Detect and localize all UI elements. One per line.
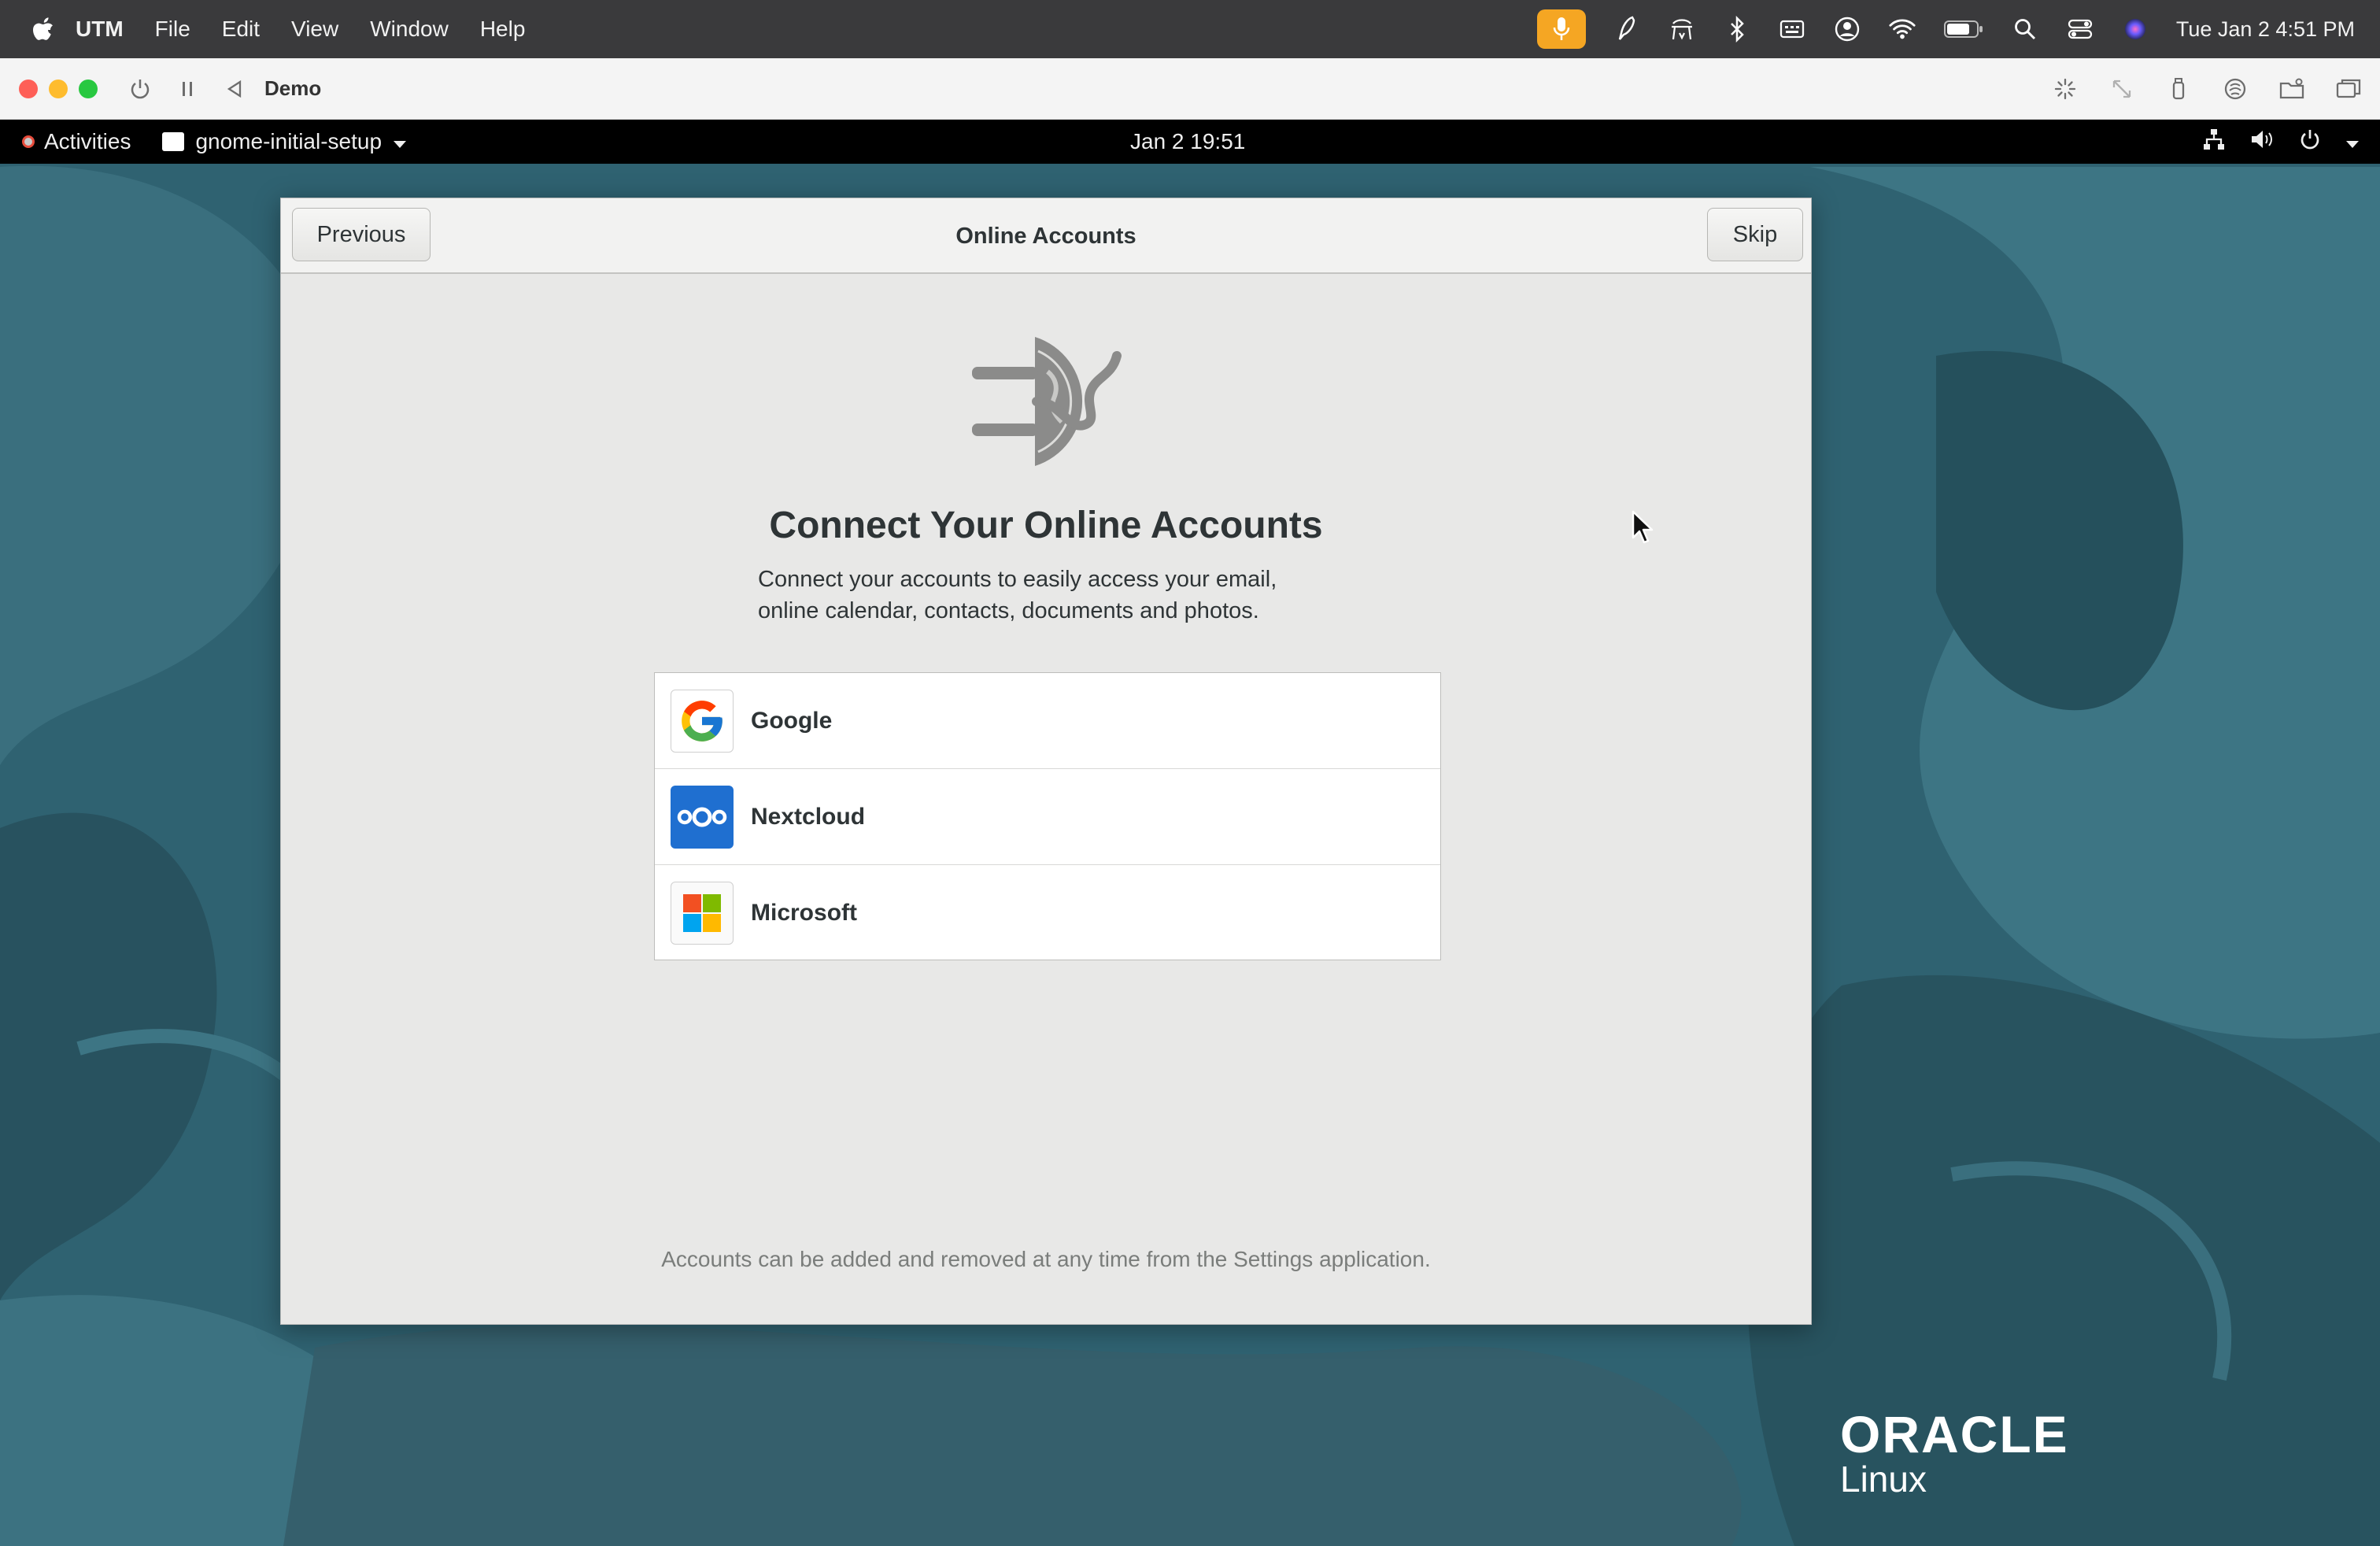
vm-name-label: Demo — [264, 76, 322, 100]
power-menu-icon — [2298, 128, 2322, 157]
system-menu[interactable] — [2202, 120, 2360, 164]
linux-logo-text: Linux — [1840, 1459, 1927, 1500]
setup-description: Connect your accounts to easily access y… — [758, 564, 1340, 627]
gnome-top-bar: Activities gnome-initial-setup Jan 2 19:… — [0, 120, 2380, 164]
activities-label: Activities — [44, 129, 131, 153]
drive-image-icon[interactable] — [2219, 73, 2251, 105]
pause-icon[interactable] — [172, 73, 203, 105]
provider-label-microsoft: Microsoft — [751, 900, 857, 926]
user-account-icon[interactable] — [1833, 15, 1861, 43]
usb-device-icon[interactable] — [2163, 73, 2194, 105]
spotlight-search-icon[interactable] — [2011, 15, 2039, 43]
close-window-button[interactable] — [19, 79, 38, 98]
microsoft-icon — [671, 882, 734, 945]
zoom-window-button[interactable] — [79, 79, 98, 98]
utm-window-toolbar: Demo — [0, 58, 2380, 120]
provider-row-microsoft[interactable]: Microsoft — [655, 865, 1440, 961]
menu-file[interactable]: File — [155, 17, 190, 42]
app-menu-label: gnome-initial-setup — [195, 129, 382, 153]
display-settings-icon[interactable] — [2049, 73, 2081, 105]
online-accounts-icon — [972, 337, 1122, 466]
menu-window[interactable]: Window — [370, 17, 449, 42]
mouse-pointer-icon — [1632, 510, 1654, 544]
setup-description-line-2: online calendar, contacts, documents and… — [758, 598, 1259, 623]
menu-utm[interactable]: UTM — [76, 17, 124, 42]
pen-icon[interactable] — [1613, 15, 1641, 43]
activities-button[interactable]: Activities — [22, 129, 131, 154]
app-window-icon — [162, 132, 185, 151]
minimize-window-button[interactable] — [49, 79, 68, 98]
bluetooth-icon[interactable] — [1723, 15, 1751, 43]
screen-sharing-icon[interactable] — [1668, 15, 1696, 43]
provider-list: Google Nextcloud Microsoft — [654, 672, 1441, 960]
volume-icon — [2249, 128, 2275, 157]
recording-indicator-icon — [22, 135, 35, 148]
apple-menu-icon[interactable] — [27, 13, 58, 45]
guest-display[interactable]: Activities gnome-initial-setup Jan 2 19:… — [0, 120, 2380, 1546]
windows-icon[interactable] — [2333, 73, 2364, 105]
wifi-icon[interactable] — [1888, 15, 1916, 43]
provider-label-nextcloud: Nextcloud — [751, 803, 866, 830]
control-center-icon[interactable] — [2066, 15, 2094, 43]
skip-button[interactable]: Skip — [1707, 208, 1803, 261]
dialog-header-bar: Online Accounts Previous Skip — [281, 198, 1811, 274]
menu-help[interactable]: Help — [480, 17, 526, 42]
microphone-icon[interactable] — [1536, 9, 1586, 49]
app-menu[interactable]: gnome-initial-setup — [162, 129, 407, 154]
power-icon[interactable] — [124, 73, 156, 105]
status-area: Tue Jan 2 4:51 PM — [1536, 0, 2355, 58]
nextcloud-icon — [671, 785, 734, 849]
online-accounts-dialog: Online Accounts Previous Skip Connect Yo… — [280, 198, 1812, 1325]
menu-bar-clock[interactable]: Tue Jan 2 4:51 PM — [2176, 17, 2355, 42]
footer-note: Accounts can be added and removed at any… — [661, 1247, 1431, 1271]
previous-button[interactable]: Previous — [292, 208, 431, 261]
provider-row-nextcloud[interactable]: Nextcloud — [655, 769, 1440, 865]
caret-down-icon — [393, 129, 407, 154]
battery-icon[interactable] — [1943, 15, 1984, 43]
siri-icon[interactable] — [2121, 15, 2149, 43]
resize-icon[interactable] — [2106, 73, 2138, 105]
dialog-title: Online Accounts — [955, 224, 1136, 249]
keyboard-input-icon[interactable] — [1778, 15, 1806, 43]
network-wired-icon — [2202, 128, 2226, 157]
google-icon — [671, 689, 734, 753]
setup-description-line-1: Connect your accounts to easily access y… — [758, 567, 1277, 592]
back-icon[interactable] — [219, 73, 250, 105]
menu-edit[interactable]: Edit — [222, 17, 260, 42]
setup-heading: Connect Your Online Accounts — [769, 505, 1323, 546]
shared-folder-icon[interactable] — [2276, 73, 2308, 105]
provider-row-google[interactable]: Google — [655, 673, 1440, 769]
menu-view[interactable]: View — [291, 17, 338, 42]
provider-label-google: Google — [751, 707, 833, 734]
macos-menu-bar: UTM File Edit View Window Help Tue Jan 2… — [0, 0, 2380, 58]
caret-down-icon — [2345, 129, 2360, 154]
oracle-logo-text: ORACLE — [1840, 1405, 2069, 1463]
gnome-clock[interactable]: Jan 2 19:51 — [1130, 120, 1245, 164]
